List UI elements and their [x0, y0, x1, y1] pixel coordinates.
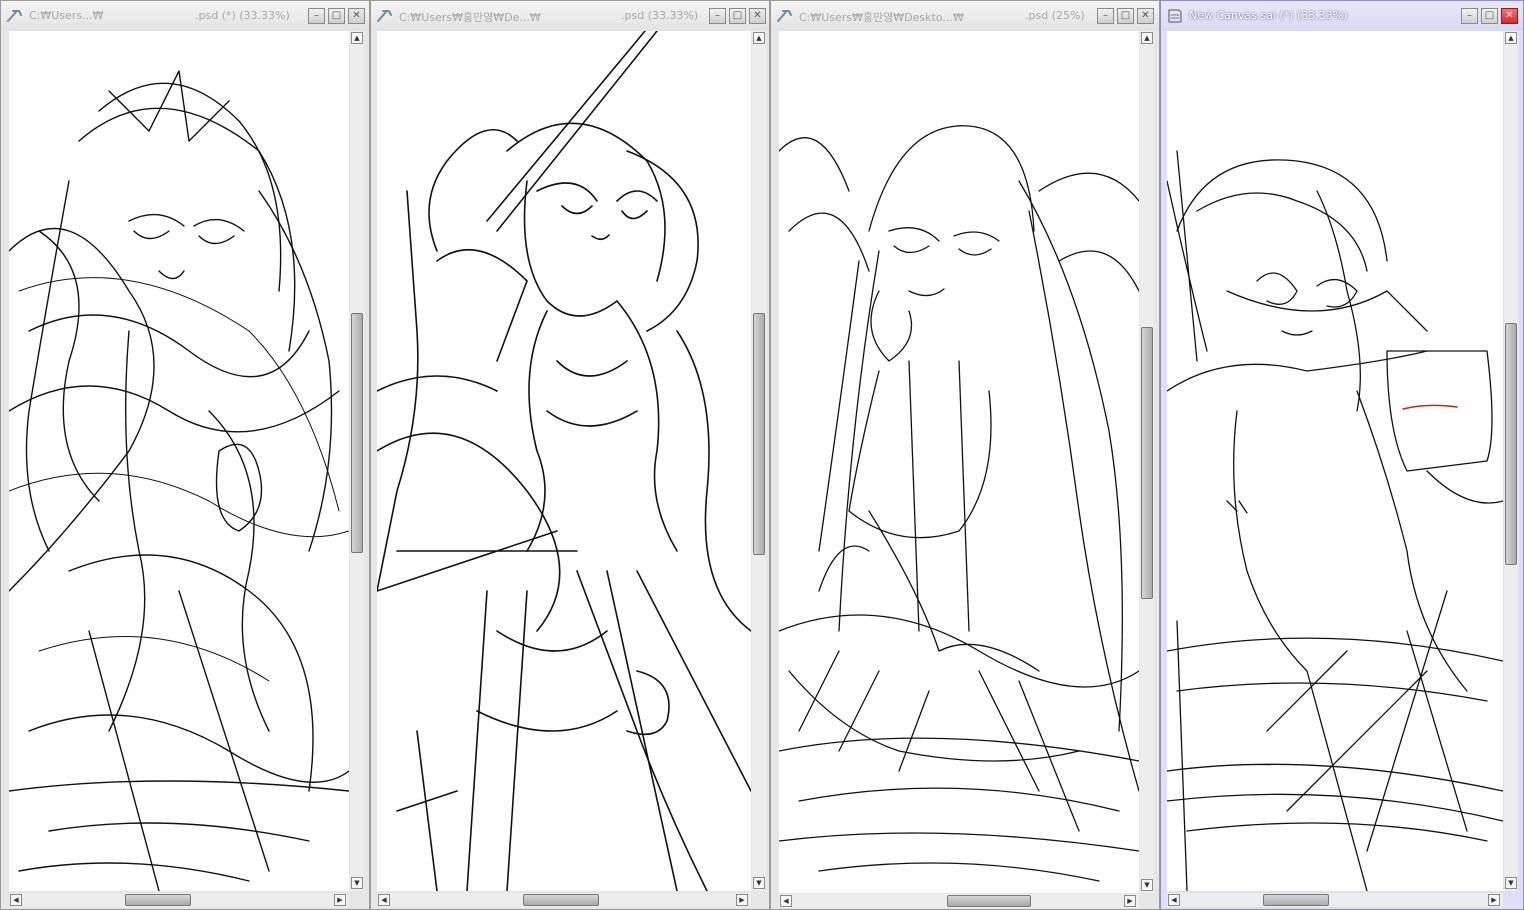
horizontal-scrollbar[interactable]: ◀ ▶ [779, 894, 1139, 908]
vertical-scrollbar[interactable]: ▲ ▼ [350, 31, 364, 891]
vertical-scrollbar[interactable]: ▲ ▼ [1504, 31, 1518, 891]
sai-app-icon [7, 10, 22, 22]
scroll-right-button[interactable]: ▶ [1124, 895, 1136, 907]
scroll-down-button[interactable]: ▼ [753, 877, 765, 889]
window-title-path: C:₩Users₩홍만영₩Deskto...₩ [799, 11, 964, 24]
maximize-button[interactable]: □ [1481, 8, 1498, 24]
canvas-window-3[interactable]: C:₩Users₩홍만영₩Deskto...₩ .psd (25%) – □ ✕ [770, 0, 1160, 910]
canvas-window-4[interactable]: New Canvas.sai (*) (33.33%) – □ ✕ ▲ ▼ ◀ … [1160, 0, 1524, 910]
scroll-left-button[interactable]: ◀ [1168, 894, 1180, 906]
minimize-button[interactable]: – [308, 8, 325, 24]
horizontal-scroll-thumb[interactable] [125, 894, 191, 906]
window-title: New Canvas.sai (*) (33.33%) [1189, 9, 1348, 22]
drawing-canvas[interactable] [377, 31, 751, 891]
sai-app-icon [777, 10, 792, 22]
sai-app-icon [377, 10, 392, 22]
maximize-button[interactable]: □ [1117, 8, 1134, 24]
scroll-left-button[interactable]: ◀ [780, 895, 792, 907]
horizontal-scrollbar[interactable]: ◀ ▶ [377, 893, 751, 907]
title-bar[interactable]: C:₩Users₩홍만영₩De...₩ .psd (33.33%) – □ ✕ [371, 1, 769, 31]
vertical-scroll-thumb[interactable] [351, 313, 363, 553]
scroll-left-button[interactable]: ◀ [10, 894, 22, 906]
scroll-left-button[interactable]: ◀ [378, 894, 390, 906]
scroll-up-button[interactable]: ▲ [1505, 32, 1517, 44]
horizontal-scroll-thumb[interactable] [1263, 894, 1329, 906]
maximize-button[interactable]: □ [729, 8, 746, 24]
sketch-drawing [779, 125, 1139, 882]
title-bar[interactable]: C:₩Users...₩ .psd (*) (33.33%) – □ ✕ [1, 1, 369, 31]
vertical-scroll-thumb[interactable] [1141, 327, 1153, 599]
canvas-window-2[interactable]: C:₩Users₩홍만영₩De...₩ .psd (33.33%) – □ ✕ [370, 0, 770, 910]
window-title-file: .psd (33.33%) [621, 9, 699, 22]
drawing-canvas[interactable] [779, 31, 1139, 893]
horizontal-scroll-thumb[interactable] [947, 895, 1031, 907]
canvas-window-1[interactable]: C:₩Users...₩ .psd (*) (33.33%) – □ ✕ ▲ ▼… [0, 0, 370, 910]
horizontal-scroll-thumb[interactable] [523, 894, 599, 906]
vertical-scroll-thumb[interactable] [1505, 323, 1517, 565]
scroll-right-button[interactable]: ▶ [736, 894, 748, 906]
minimize-button[interactable]: – [1097, 8, 1114, 24]
scroll-down-button[interactable]: ▼ [1141, 879, 1153, 891]
minimize-button[interactable]: – [709, 8, 726, 24]
window-title-file: .psd (25%) [1025, 9, 1085, 22]
scroll-down-button[interactable]: ▼ [1505, 877, 1517, 889]
sketch-drawing [9, 70, 349, 891]
scroll-up-button[interactable]: ▲ [351, 32, 363, 44]
scroll-down-button[interactable]: ▼ [351, 877, 363, 889]
close-button[interactable]: ✕ [749, 8, 766, 24]
close-button[interactable]: ✕ [348, 8, 365, 24]
vertical-scrollbar[interactable]: ▲ ▼ [1140, 31, 1154, 893]
sketch-drawing [377, 31, 751, 891]
close-button[interactable]: ✕ [1137, 8, 1154, 24]
title-bar[interactable]: New Canvas.sai (*) (33.33%) – □ ✕ [1161, 1, 1523, 31]
close-button[interactable]: ✕ [1501, 8, 1518, 24]
window-title-path: C:₩Users...₩ [29, 9, 104, 22]
scroll-right-button[interactable]: ▶ [334, 894, 346, 906]
drawing-canvas[interactable] [1167, 31, 1503, 891]
minimize-button[interactable]: – [1461, 8, 1478, 24]
window-title-file: .psd (*) (33.33%) [195, 9, 290, 22]
maximize-button[interactable]: □ [328, 8, 345, 24]
horizontal-scrollbar[interactable]: ◀ ▶ [1167, 893, 1503, 907]
scroll-right-button[interactable]: ▶ [1488, 894, 1500, 906]
title-bar[interactable]: C:₩Users₩홍만영₩Deskto...₩ .psd (25%) – □ ✕ [771, 1, 1159, 31]
document-icon [1168, 9, 1182, 23]
horizontal-scrollbar[interactable]: ◀ ▶ [9, 893, 349, 907]
drawing-canvas[interactable] [9, 31, 349, 891]
vertical-scroll-thumb[interactable] [753, 313, 765, 555]
sketch-drawing [1167, 150, 1503, 891]
window-title-path: C:₩Users₩홍만영₩De...₩ [399, 11, 541, 24]
scroll-up-button[interactable]: ▲ [753, 32, 765, 44]
vertical-scrollbar[interactable]: ▲ ▼ [752, 31, 766, 891]
scroll-up-button[interactable]: ▲ [1141, 32, 1153, 44]
